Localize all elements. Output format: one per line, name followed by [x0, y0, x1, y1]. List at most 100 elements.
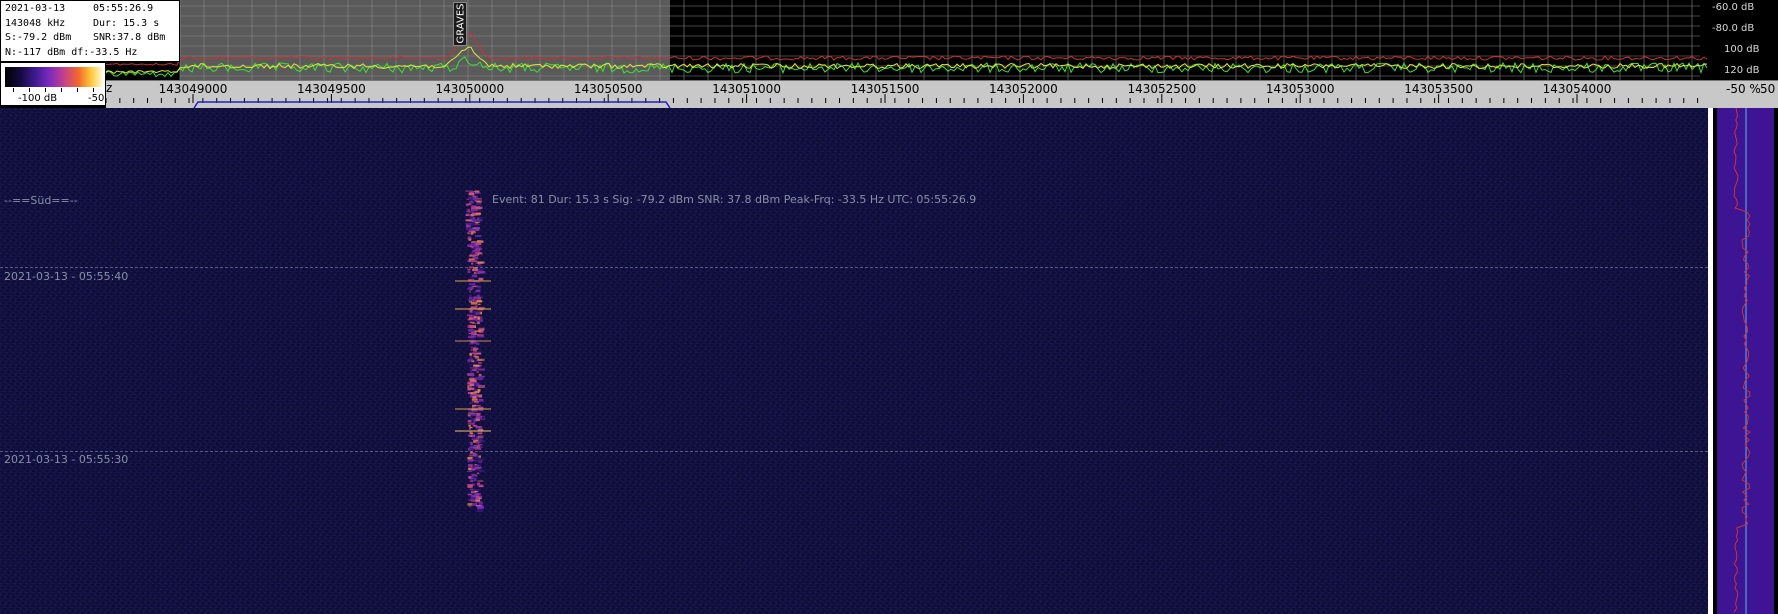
meteor-echo-pixel: [466, 224, 469, 228]
frequency-axis-unit: z: [106, 81, 113, 95]
meteor-echo-pixel: [466, 210, 471, 212]
meteor-echo-pixel: [469, 402, 473, 404]
meteor-echo-pixel: [468, 286, 474, 289]
meteor-echo-pixel: [471, 219, 476, 222]
meteor-echo-pixel: [469, 416, 473, 419]
meteor-echo-pixel: [469, 363, 473, 366]
color-scale[interactable]: -100 dB -50: [0, 62, 106, 106]
meteor-echo-pixel: [478, 368, 485, 371]
meteor-echo-pixel: [469, 254, 473, 256]
frequency-label: 143052500: [1127, 82, 1197, 96]
meteor-echo-pixel: [473, 364, 480, 367]
meteor-echo-pixel: [477, 484, 483, 486]
meteor-echo-pixel: [469, 321, 474, 323]
waterfall-noise: [0, 108, 1708, 614]
meteor-echo-pixel: [469, 315, 475, 318]
timestamp-label: 2021-03-13 - 05:55:40: [4, 270, 129, 283]
meteor-echo-pixel: [477, 493, 479, 496]
db-label: -60.0 dB: [1712, 2, 1755, 13]
meteor-bright-line: [455, 280, 491, 282]
graves-marker[interactable]: GRAVES: [453, 2, 467, 46]
meteor-echo-pixel: [468, 358, 474, 361]
meteor-echo-pixel: [469, 426, 473, 429]
meteor-echo-pixel: [476, 202, 481, 205]
meteor-echo-pixel: [475, 199, 479, 201]
meteor-echo-pixel: [468, 294, 473, 297]
color-scale-min-label: -100 dB: [18, 93, 58, 104]
frequency-label: 143054000: [1542, 82, 1612, 96]
info-time: 05:55:26.9: [93, 3, 154, 14]
meteor-echo-pixel: [471, 351, 477, 355]
meteor-echo-pixel: [472, 475, 477, 479]
color-scale-tick: [93, 88, 94, 92]
meteor-echo-pixel: [471, 322, 477, 324]
meteor-echo-pixel: [468, 266, 475, 268]
meteor-echo-pixel: [471, 398, 478, 401]
meteor-echo-pixel: [475, 289, 481, 292]
meteor-echo-pixel: [470, 231, 477, 234]
meteor-bright-line: [455, 340, 491, 342]
meteor-echo-pixel: [468, 290, 471, 293]
frequency-label: 143050500: [573, 82, 643, 96]
info-signal: S:-79.2 dBm: [5, 32, 72, 43]
meteor-echo-pixel: [474, 316, 477, 318]
waterfall-display[interactable]: --==Süd==-- Event: 81 Dur: 15.3 s Sig: -…: [0, 108, 1708, 614]
meteor-echo-pixel: [476, 300, 483, 303]
meteor-echo-pixel: [470, 432, 474, 434]
meteor-echo-pixel: [477, 446, 483, 448]
meteor-echo-pixel: [477, 444, 483, 446]
meteor-echo-pixel: [468, 223, 475, 226]
meteor-echo-pixel: [475, 242, 482, 245]
meteor-echo-pixel: [477, 303, 481, 305]
meteor-echo-pixel: [468, 506, 472, 508]
meteor-echo-pixel: [476, 468, 482, 471]
meteor-echo-pixel: [467, 470, 473, 472]
meteor-echo-pixel: [473, 253, 478, 256]
color-scale-tick: [29, 88, 30, 92]
meteor-echo-pixel: [467, 459, 474, 462]
meteor-echo-pixel: [477, 432, 483, 434]
meteor-echo-pixel: [471, 491, 476, 493]
meteor-echo-pixel: [468, 215, 474, 219]
meteor-echo-pixel: [478, 375, 485, 378]
meteor-echo-pixel: [478, 415, 485, 418]
spectrum-plot: [0, 0, 1708, 80]
meteor-echo-pixel: [476, 436, 480, 440]
meteor-echo-trace: [455, 190, 491, 513]
meteor-echo-pixel: [475, 222, 479, 224]
meteor-echo-pixel: [471, 274, 477, 278]
meteor-echo-pixel: [478, 374, 482, 376]
meteor-echo-pixel: [476, 320, 483, 322]
meteor-echo-pixel: [474, 356, 479, 359]
meteor-bright-line: [455, 308, 491, 310]
meteor-echo-pixel: [473, 354, 477, 357]
color-scale-tick: [45, 88, 46, 92]
meteor-echo-pixel: [472, 299, 478, 303]
meteor-echo-pixel: [471, 206, 478, 210]
meteor-echo-pixel: [468, 260, 471, 262]
timestamp-label: 2021-03-13 - 05:55:30: [4, 453, 129, 466]
meteor-echo-pixel: [476, 296, 484, 298]
meteor-echo-pixel: [473, 388, 477, 391]
meteor-echo-pixel: [472, 310, 476, 314]
meteor-echo-pixel: [476, 496, 480, 499]
side-panel-axis: -50 % 50: [1708, 80, 1778, 108]
spectrum-display[interactable]: GRAVES: [0, 0, 1708, 80]
meteor-echo-pixel: [470, 372, 474, 375]
meteor-echo-pixel: [467, 483, 473, 486]
meteor-echo-pixel: [473, 369, 476, 372]
meteor-bright-line: [455, 408, 491, 410]
meteor-echo-pixel: [477, 317, 480, 320]
frequency-axis[interactable]: 143049000 143049500 143050000 143050500 1430…: [106, 80, 1708, 109]
meteor-bright-line: [455, 430, 491, 432]
meteor-echo-pixel: [469, 413, 473, 416]
meteor-echo-pixel: [472, 396, 477, 399]
info-duration: Dur: 15.3 s: [93, 17, 160, 29]
meteor-echo-pixel: [467, 268, 471, 270]
meteor-echo-pixel: [474, 460, 478, 462]
meteor-echo-pixel: [478, 246, 482, 248]
meteor-echo-pixel: [474, 224, 480, 226]
db-label: 120 dB: [1724, 65, 1760, 76]
meteor-echo-pixel: [475, 305, 478, 308]
meteor-echo-pixel: [477, 261, 483, 264]
